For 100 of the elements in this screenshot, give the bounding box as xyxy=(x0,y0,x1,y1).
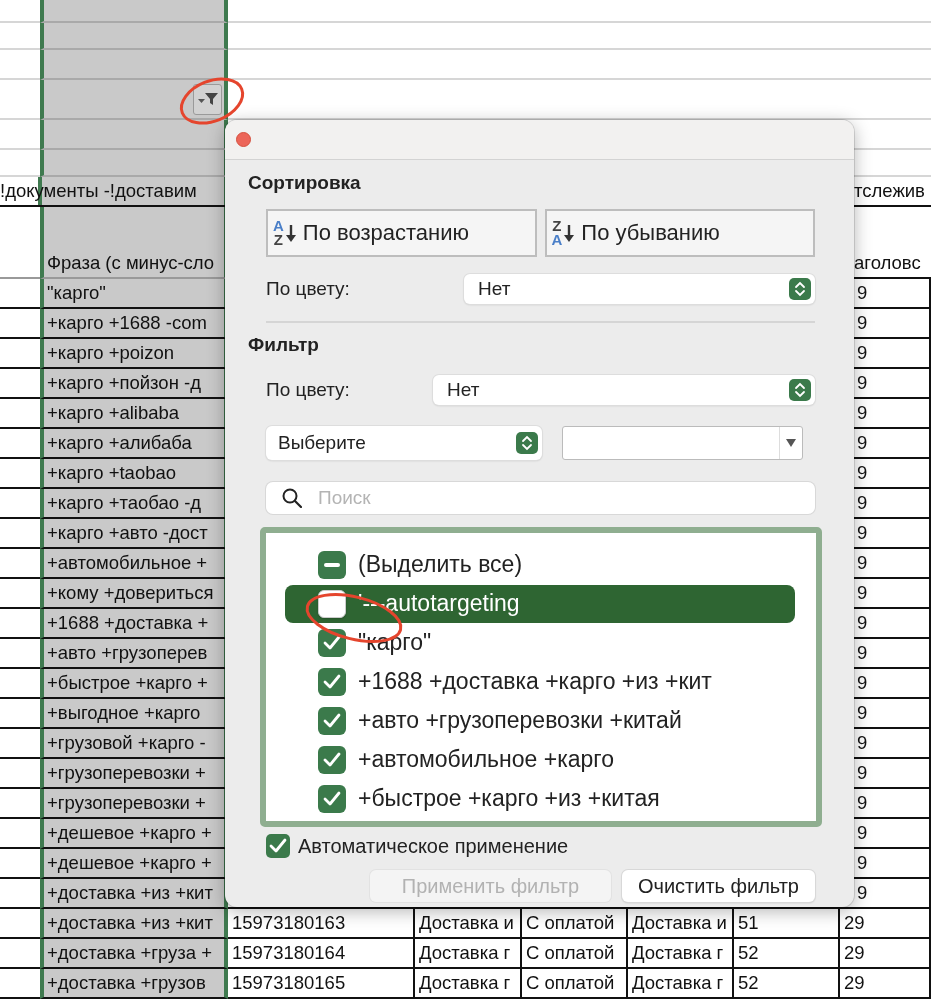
table-cell: 9 xyxy=(857,462,868,484)
sort-descending-button[interactable]: Z A По убыванию xyxy=(544,209,815,257)
table-cell: 9 xyxy=(857,822,868,844)
table-cell: 9 xyxy=(857,282,868,304)
table-cell: +карго +таобао -д xyxy=(47,492,202,514)
field-label: По цвету: xyxy=(266,379,351,401)
checkbox[interactable] xyxy=(318,706,346,735)
table-cell: 29 xyxy=(844,942,865,964)
table-cell: 9 xyxy=(857,402,868,424)
table-cell: 9 xyxy=(857,492,868,514)
annotation-ellipse xyxy=(179,77,245,125)
item-label: +быстрое +карго +из +китая xyxy=(358,785,660,812)
table-cell: Доставка г xyxy=(419,942,511,964)
table-cell: 29 xyxy=(844,972,865,994)
table-cell: 15973180164 xyxy=(232,942,346,964)
table-cell: Доставка и xyxy=(632,912,727,934)
table-cell: 9 xyxy=(857,852,868,874)
checkbox[interactable] xyxy=(266,834,290,858)
table-cell: +грузовой +карго - xyxy=(47,732,206,754)
cell-text: тслежив xyxy=(854,180,925,202)
filter-icon xyxy=(196,91,219,107)
color-select[interactable]: Нет xyxy=(464,274,815,304)
table-cell: 9 xyxy=(857,582,868,604)
table-cell: +дешевое +карго + xyxy=(47,822,212,844)
checkbox[interactable] xyxy=(318,628,346,657)
list-item[interactable]: +быстрое +карго +из +китая xyxy=(285,779,795,818)
table-cell: +кому +довериться xyxy=(47,582,214,604)
dropdown-arrow-icon xyxy=(786,439,796,447)
checkbox[interactable] xyxy=(318,784,346,813)
list-item[interactable]: +автомобильное +карго xyxy=(285,740,795,779)
table-cell: Доставка и xyxy=(419,912,514,934)
table-cell: 9 xyxy=(857,762,868,784)
header-cell: аголовс xyxy=(854,252,921,274)
table-cell: +карго +пойзон -д xyxy=(47,372,201,394)
table-cell: 9 xyxy=(857,672,868,694)
table-cell: 9 xyxy=(857,882,868,904)
checkmark-icon xyxy=(269,838,287,854)
item-label: +автомобильное +карго xyxy=(358,746,614,773)
table-cell: 15973180163 xyxy=(232,912,346,934)
checkbox-label: Автоматическое применение xyxy=(298,834,569,858)
checkmark-icon xyxy=(323,673,341,690)
table-cell: 29 xyxy=(844,912,865,934)
stepper-icon xyxy=(789,379,811,401)
table-cell: +карго +1688 -com xyxy=(47,312,207,334)
table-cell: +быстрое +карго + xyxy=(47,672,208,694)
table-cell: Доставка г xyxy=(632,972,724,994)
table-cell: +доставка +грузов xyxy=(47,972,206,994)
search-icon xyxy=(282,488,302,508)
table-cell: +грузоперевозки + xyxy=(47,792,206,814)
table-cell: +автомобильное + xyxy=(47,552,208,574)
table-cell: С оплатой xyxy=(526,972,615,994)
table-cell: 9 xyxy=(857,432,868,454)
value-combo-field[interactable] xyxy=(562,426,803,460)
checkmark-icon xyxy=(323,634,341,651)
table-cell: +1688 +доставка + xyxy=(47,612,209,634)
section-heading: Сортировка xyxy=(248,172,362,194)
checkbox[interactable] xyxy=(318,550,346,579)
color-select[interactable]: Нет xyxy=(433,375,815,405)
close-button[interactable] xyxy=(236,132,251,147)
table-cell: +доставка +из +кит xyxy=(47,882,213,904)
table-cell: 9 xyxy=(857,612,868,634)
field-label: По цвету: xyxy=(266,278,351,300)
table-cell: 9 xyxy=(857,312,868,334)
checkmark-icon xyxy=(323,790,341,807)
search-field[interactable]: Поиск xyxy=(266,482,815,514)
table-cell: +карго +taobao xyxy=(47,462,177,484)
stepper-icon xyxy=(516,432,538,454)
table-cell: 9 xyxy=(857,372,868,394)
list-item[interactable]: (Выделить все) xyxy=(285,545,795,584)
stepper-icon xyxy=(789,278,811,300)
table-cell: 9 xyxy=(857,642,868,664)
table-cell: 9 xyxy=(857,732,868,754)
table-cell: +грузоперевозки + xyxy=(47,762,206,784)
section-heading: Фильтр xyxy=(248,334,320,356)
table-cell: +выгодное +карго xyxy=(47,702,201,724)
checkbox[interactable] xyxy=(318,745,346,774)
clear-filter-button[interactable]: Очистить фильтр xyxy=(621,870,815,902)
table-cell: 52 xyxy=(738,942,759,964)
sort-ascending-button[interactable]: A Z По возрастанию xyxy=(266,209,537,257)
table-cell: +доставка +из +кит xyxy=(47,912,213,934)
table-cell: 51 xyxy=(738,912,759,934)
table-cell: "карго" xyxy=(47,282,106,304)
condition-select[interactable]: Выберите xyxy=(266,426,542,460)
item-label: (Выделить все) xyxy=(358,551,523,578)
table-cell: +авто +грузоперев xyxy=(47,642,208,664)
table-cell: 9 xyxy=(857,792,868,814)
table-cell: 9 xyxy=(857,342,868,364)
table-cell: +карго +алибаба xyxy=(47,432,192,454)
table-cell: С оплатой xyxy=(526,912,615,934)
table-cell: +доставка +груза + xyxy=(47,942,213,964)
list-item[interactable]: +авто +грузоперевозки +китай xyxy=(285,701,795,740)
header-cell: Фраза (с минус-сло xyxy=(47,252,215,274)
list-item[interactable]: +1688 +доставка +карго +из +кит xyxy=(285,662,795,701)
checkmark-icon xyxy=(323,751,341,768)
table-cell: +дешевое +карго + xyxy=(47,852,212,874)
table-cell: 9 xyxy=(857,702,868,724)
filter-button[interactable] xyxy=(193,83,222,115)
table-cell: +карго +авто -дост xyxy=(47,522,208,544)
checkbox[interactable] xyxy=(318,667,346,696)
checkmark-icon xyxy=(323,712,341,729)
